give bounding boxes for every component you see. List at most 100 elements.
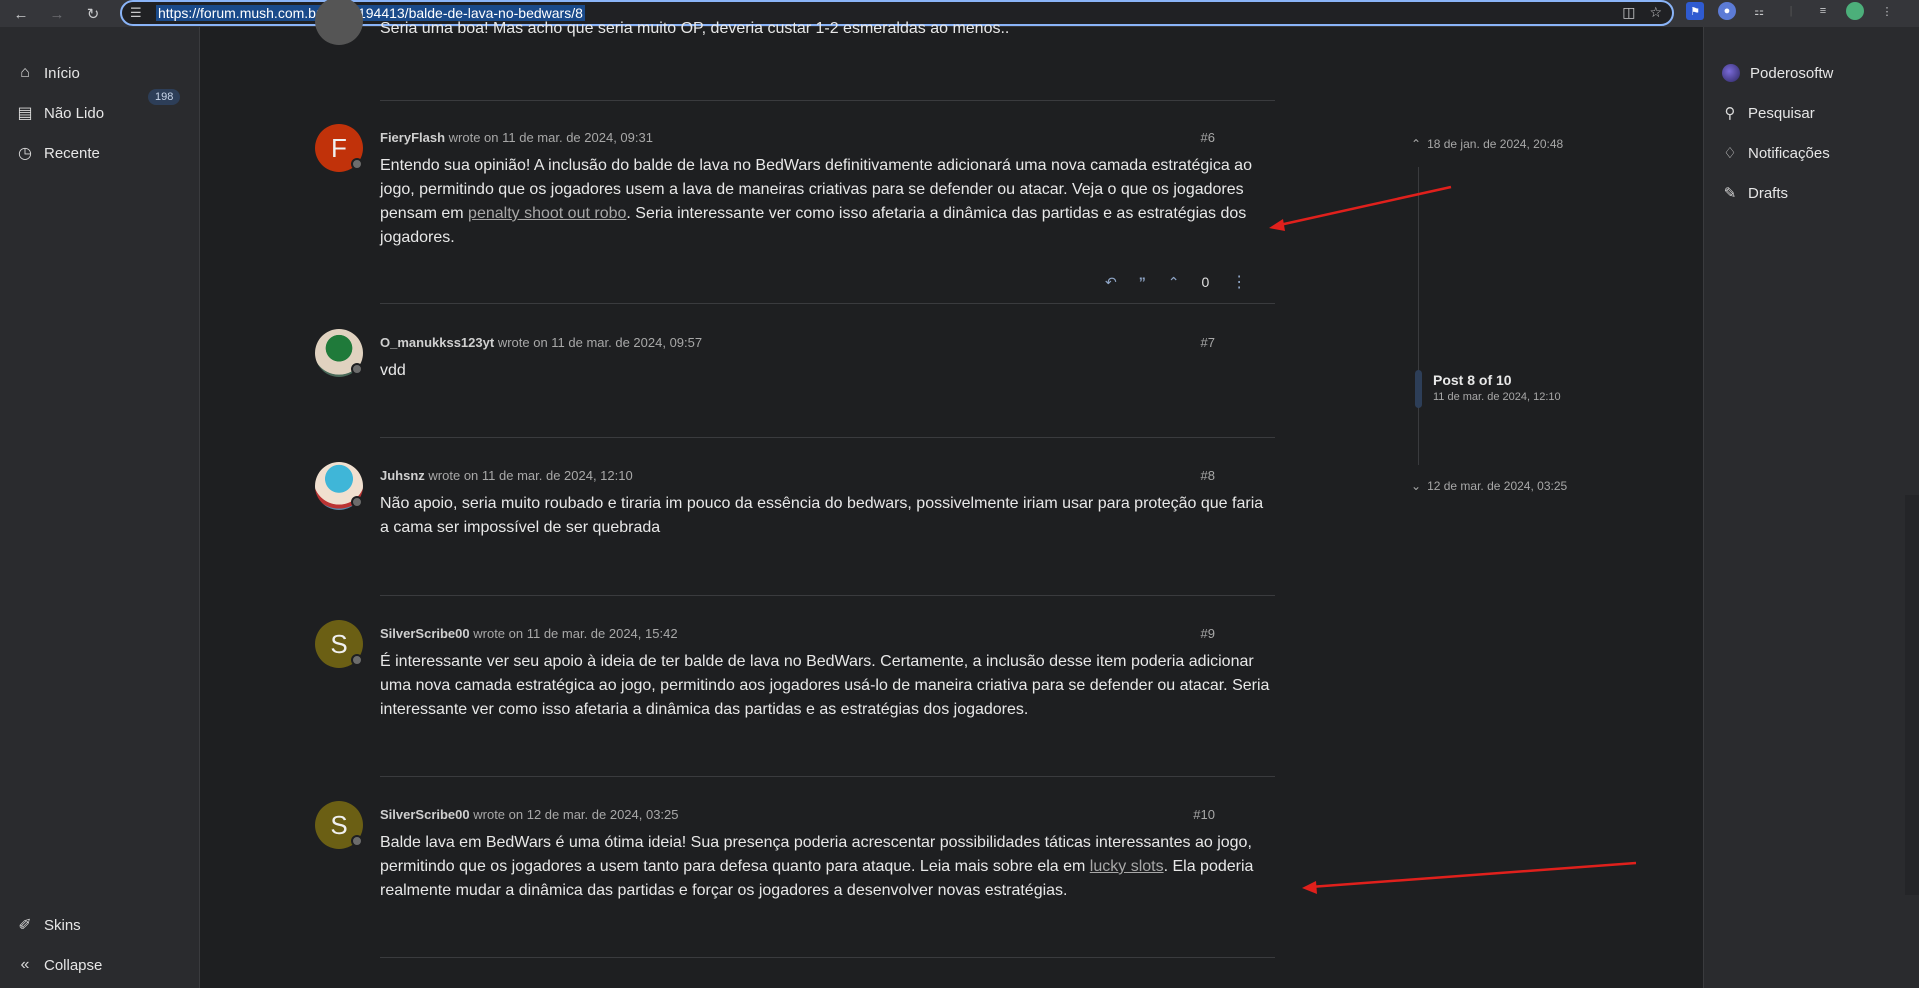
- post-meta: O_manukkss123yt wrote on 11 de mar. de 2…: [380, 335, 702, 350]
- status-dot: [351, 654, 363, 666]
- bell-icon: ♢: [1723, 145, 1737, 162]
- post-divider: [380, 595, 1275, 596]
- post-divider: [380, 303, 1275, 304]
- clock-icon: ◷: [18, 145, 32, 162]
- post-author[interactable]: FieryFlash: [380, 130, 445, 145]
- upvote-chevron-icon[interactable]: ⌃: [1168, 274, 1180, 291]
- avatar: [1722, 64, 1740, 82]
- post-body: Balde lava em BedWars é uma ótima ideia!…: [380, 831, 1275, 903]
- extensions-puzzle-icon[interactable]: ⚏: [1750, 2, 1768, 20]
- post-divider: [380, 100, 1275, 101]
- annotation-arrow: [1269, 185, 1452, 231]
- sidebar-item-notificacoes[interactable]: ♢ Notificações: [1722, 139, 1830, 167]
- avatar-letter: S: [330, 628, 348, 659]
- reading-list-icon[interactable]: ≡: [1814, 2, 1832, 20]
- post-time[interactable]: wrote on 11 de mar. de 2024, 15:42: [473, 626, 677, 641]
- right-sidebar: Poderosoftw ⚲ Pesquisar ♢ Notificações ✎…: [1703, 27, 1919, 988]
- reply-icon[interactable]: ↶: [1105, 274, 1117, 291]
- post-actions: ↶ ” ⌃ 0 ⋮: [1105, 272, 1247, 292]
- timeline-position-date: 11 de mar. de 2024, 12:10: [1433, 391, 1561, 403]
- brush-icon: ✐: [18, 917, 32, 934]
- post-meta: FieryFlash wrote on 11 de mar. de 2024, …: [380, 130, 653, 145]
- post-divider: [380, 957, 1275, 958]
- sidebar-item-collapse[interactable]: « Collapse: [16, 951, 103, 979]
- profile-name: Poderosoftw: [1750, 64, 1834, 82]
- avatar-letter: S: [330, 809, 348, 840]
- post-body: vdd: [380, 362, 406, 379]
- post-time[interactable]: wrote on 11 de mar. de 2024, 09:31: [449, 130, 653, 145]
- quote-icon[interactable]: ”: [1139, 274, 1146, 290]
- timeline-last-post[interactable]: ⌄ 12 de mar. de 2024, 03:25: [1411, 479, 1567, 493]
- post-author[interactable]: Juhsnz: [380, 468, 425, 483]
- post-number[interactable]: #7: [1201, 335, 1215, 350]
- sidebar-item-label: Início: [44, 64, 80, 82]
- scrollbar-thumb[interactable]: [1905, 495, 1919, 895]
- profile-avatar-icon[interactable]: [1846, 2, 1864, 20]
- sidebar-item-label: Não Lido: [44, 104, 105, 122]
- post-body: Entendo sua opinião! A inclusão do balde…: [380, 154, 1275, 250]
- status-dot: [351, 363, 363, 375]
- install-app-icon[interactable]: ◫: [1622, 4, 1635, 21]
- post-meta: Juhsnz wrote on 11 de mar. de 2024, 12:1…: [380, 468, 633, 483]
- post-meta: SilverScribe00 wrote on 11 de mar. de 20…: [380, 626, 678, 641]
- double-chevron-left-icon: «: [20, 956, 30, 973]
- post-link[interactable]: penalty shoot out robo: [468, 205, 626, 222]
- sidebar-item-nao-lido[interactable]: ▤ Não Lido: [16, 99, 104, 127]
- menu-kebab-icon[interactable]: ⋮: [1878, 2, 1896, 20]
- annotation-arrow: [1302, 861, 1637, 894]
- post-divider: [380, 437, 1275, 438]
- post-time[interactable]: wrote on 11 de mar. de 2024, 12:10: [428, 468, 632, 483]
- sidebar-item-recente[interactable]: ◷ Recente: [16, 139, 100, 167]
- status-dot: [351, 835, 363, 847]
- sidebar-item-label: Notificações: [1748, 144, 1830, 162]
- extension-shield-icon[interactable]: ⚑: [1686, 2, 1704, 20]
- back-arrow-icon[interactable]: ←: [8, 2, 34, 26]
- timeline-first-post[interactable]: ⌃ 18 de jan. de 2024, 20:48: [1411, 137, 1563, 151]
- sidebar-item-label: Drafts: [1748, 184, 1789, 202]
- sidebar-item-inicio[interactable]: ⌂ Início: [16, 59, 80, 87]
- post-author[interactable]: O_manukkss123yt: [380, 335, 494, 350]
- unread-count-badge: 198: [148, 89, 181, 105]
- scrollbar[interactable]: [1905, 27, 1919, 988]
- site-settings-icon[interactable]: ☰: [130, 5, 150, 21]
- sidebar-item-drafts[interactable]: ✎ Drafts: [1722, 179, 1788, 207]
- post-divider: [380, 776, 1275, 777]
- post-body: É interessante ver seu apoio à ideia de …: [380, 653, 1270, 718]
- left-sidebar: ⌂ Início ▤ Não Lido 198 ◷ Recente ✐ Skin…: [0, 27, 200, 988]
- post-number[interactable]: #8: [1201, 468, 1215, 483]
- post-time[interactable]: wrote on 12 de mar. de 2024, 03:25: [473, 807, 678, 822]
- timeline-handle[interactable]: [1415, 370, 1422, 408]
- bookmark-star-icon[interactable]: ☆: [1649, 4, 1662, 21]
- forward-arrow-icon[interactable]: →: [44, 2, 70, 26]
- timeline-bottom-date: 12 de mar. de 2024, 03:25: [1427, 479, 1568, 493]
- status-dot: [351, 158, 363, 170]
- extension-circle-icon[interactable]: ●: [1718, 2, 1736, 20]
- sidebar-item-label: Recente: [44, 144, 100, 162]
- avatar-letter: F: [331, 132, 347, 163]
- post-link[interactable]: lucky slots: [1090, 858, 1164, 875]
- reload-icon[interactable]: ↻: [80, 2, 106, 26]
- post-number[interactable]: #6: [1201, 130, 1215, 145]
- post-body: Seria uma boa! Mas acho que seria muito …: [380, 20, 1010, 37]
- post-number[interactable]: #9: [1201, 626, 1215, 641]
- vote-count[interactable]: 0: [1201, 274, 1209, 290]
- sidebar-item-profile[interactable]: Poderosoftw: [1722, 59, 1833, 87]
- post-author[interactable]: SilverScribe00: [380, 626, 470, 641]
- sidebar-item-pesquisar[interactable]: ⚲ Pesquisar: [1722, 99, 1815, 127]
- post-meta: SilverScribe00 wrote on 12 de mar. de 20…: [380, 807, 679, 822]
- sidebar-item-label: Pesquisar: [1748, 104, 1815, 122]
- chevron-down-icon: ⌄: [1411, 479, 1422, 493]
- sidebar-item-skins[interactable]: ✐ Skins: [16, 911, 80, 939]
- post-author[interactable]: SilverScribe00: [380, 807, 470, 822]
- status-dot: [351, 496, 363, 508]
- topic-content: Seria uma boa! Mas acho que seria muito …: [201, 0, 1703, 988]
- post-body: Não apoio, seria muito roubado e tiraria…: [380, 495, 1264, 536]
- more-options-icon[interactable]: ⋮: [1231, 272, 1247, 292]
- post-number[interactable]: #10: [1193, 807, 1215, 822]
- inbox-icon: ▤: [17, 105, 33, 122]
- divider-icon: |: [1789, 5, 1793, 17]
- search-icon: ⚲: [1724, 105, 1736, 122]
- post-time[interactable]: wrote on 11 de mar. de 2024, 09:57: [498, 335, 702, 350]
- extensions-area: ⚑ ● ⚏ | ≡ ⋮: [1686, 2, 1896, 20]
- timeline-position-label: Post 8 of 10: [1433, 372, 1512, 388]
